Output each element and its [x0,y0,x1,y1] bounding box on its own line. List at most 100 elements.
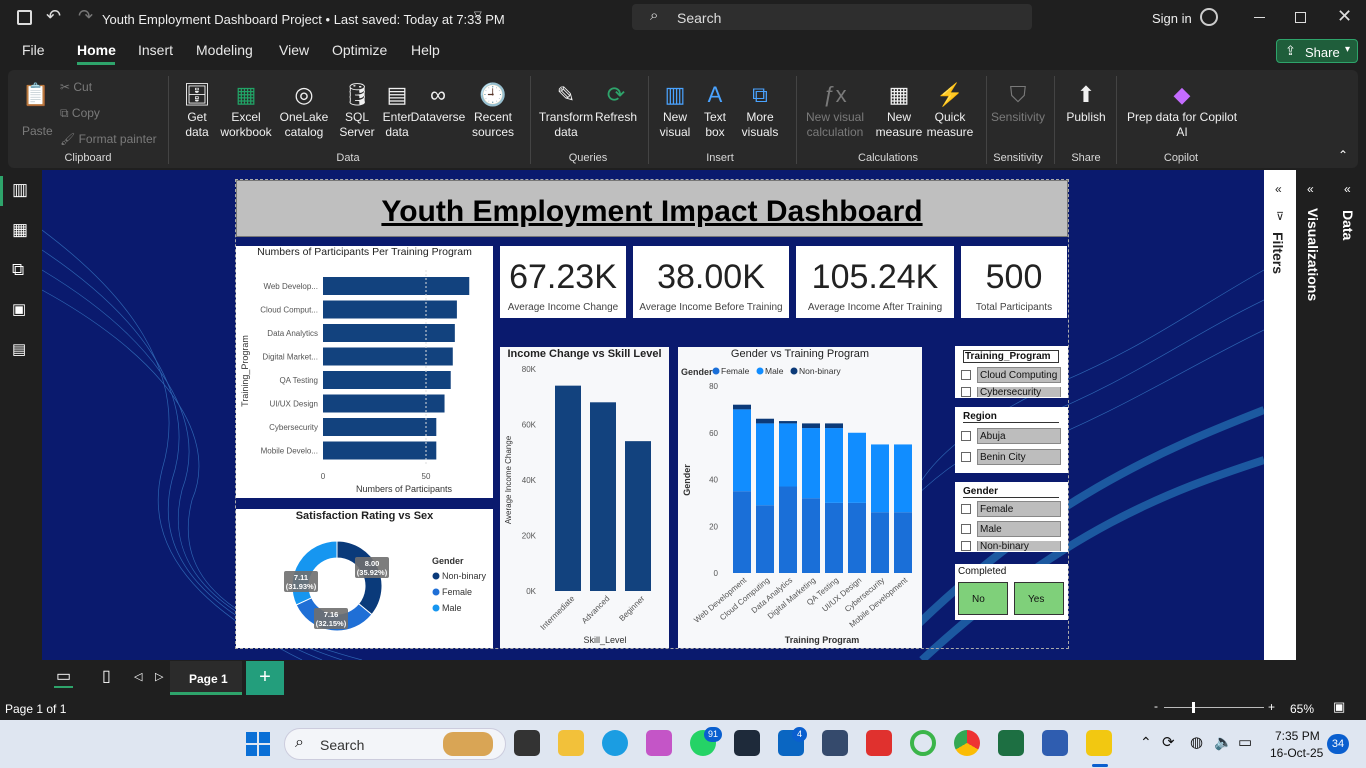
powershell-icon[interactable] [1042,730,1068,756]
zoom-in-button[interactable]: + [1268,700,1275,714]
page-tab-page1[interactable]: Page 1 [170,661,242,695]
sign-in-link[interactable]: Sign in [1152,11,1192,26]
format-painter-label: Format painter [78,132,157,146]
desktop-layout-icon[interactable]: ▭ [54,666,74,688]
filters-pane[interactable]: « ⊽ Filters [1264,170,1296,660]
format-painter-button: 🖌 Format painter [60,132,157,147]
close-button[interactable]: ✕ [1337,6,1352,27]
minimize-button[interactable] [1254,17,1265,18]
tray-battery-icon[interactable]: ▭ [1238,733,1252,751]
tray-volume-icon[interactable]: 🔈 [1214,733,1233,751]
excel-taskbar-icon[interactable] [998,730,1024,756]
text-box-button[interactable]: A Text box [698,80,732,140]
chevron-down-icon[interactable]: ▽ [474,10,482,21]
transform-data-button[interactable]: ✎ Transform data [538,80,594,140]
wps-icon[interactable] [866,730,892,756]
collapse-ribbon-icon[interactable]: ⌃ [1338,148,1348,162]
snipping-tool-icon[interactable] [646,730,672,756]
zoom-slider[interactable] [1164,702,1264,713]
maximize-button[interactable] [1295,12,1306,23]
menu-insert[interactable]: Insert [138,42,173,58]
mobile-layout-icon[interactable]: ▯ [102,666,111,686]
powerbi-taskbar-icon[interactable] [1086,730,1112,756]
new-visual-button[interactable]: ▥ New visual [656,80,694,140]
search-box[interactable]: ⌕ Search [632,4,1032,30]
menu-view[interactable]: View [279,42,309,58]
task-view-icon[interactable] [514,730,540,756]
group-share: Share [1071,152,1101,164]
clock-time[interactable]: 7:35 PM [1275,729,1320,743]
expand-filters-icon[interactable]: « [1275,182,1282,196]
menu-modeling[interactable]: Modeling [196,42,253,58]
zoom-out-button[interactable]: - [1154,699,1158,713]
filters-label: Filters [1270,232,1286,275]
expand-visualizations-icon[interactable]: « [1307,182,1314,196]
notification-badge[interactable]: 34 [1327,734,1349,754]
mysql-icon[interactable] [734,730,760,756]
report-view-icon[interactable]: ▥ [12,180,28,200]
file-explorer-icon[interactable] [558,730,584,756]
recent-label: Recent sources [471,110,515,139]
clock-date[interactable]: 16-Oct-25 [1270,746,1323,760]
new-measure-button[interactable]: ▦ New measure [874,80,924,140]
refresh-button[interactable]: ⟳ Refresh [594,80,638,125]
table-view-icon[interactable]: ▦ [12,220,28,240]
sensitivity-label: Sensitivity [990,110,1046,124]
menu-home[interactable]: Home [77,42,116,58]
text-box-icon: A [707,81,723,107]
table-icon: ▤ [386,81,408,107]
report-canvas[interactable]: Youth Employment Impact Dashboard 67.23K… [42,170,1264,660]
edge-icon[interactable] [602,730,628,756]
tray-globe-icon[interactable]: ◍ [1190,733,1203,751]
recent-sources-button[interactable]: 🕘 Recent sources [466,80,520,140]
ribbon-divider [648,76,649,164]
model-view-icon[interactable]: ⧉ [12,260,24,280]
sql-icon: 🛢 [343,81,371,107]
ssms-icon[interactable] [822,730,848,756]
save-icon[interactable] [17,10,32,25]
prep-data-label: Prep data for Copilot AI [1126,110,1238,139]
sql-label: SQL Server [339,110,375,139]
zoom-slider-thumb[interactable] [1192,702,1195,713]
start-button-icon[interactable] [246,732,270,756]
tray-chevron-icon[interactable]: ⌃ [1140,734,1152,751]
more-visuals-button[interactable]: ⧉ More visuals [736,80,784,140]
expand-data-icon[interactable]: « [1344,182,1351,196]
next-page-icon[interactable]: ▷ [155,670,163,683]
menu-optimize[interactable]: Optimize [332,42,387,58]
onelake-catalog-button[interactable]: ◎ OneLake catalog [276,80,332,140]
copy-button: ⧉ Copy [60,106,100,121]
get-data-button[interactable]: 🗄 Get data [176,80,218,140]
document-title[interactable]: Youth Employment Dashboard Project • Las… [102,12,505,27]
cut-button: ✂ Cut [60,80,92,95]
windows-taskbar: ⌕ Search 91 4 ⌃ ⟳ ◍ 🔈 ▭ 7:35 PM 16-Oct-2… [0,720,1366,768]
add-page-button[interactable]: + [246,661,284,695]
user-avatar-icon[interactable] [1200,8,1218,26]
get-data-label: Get data [185,110,209,139]
ribbon-divider [1116,76,1117,164]
chrome-icon[interactable] [954,730,980,756]
quick-measure-button[interactable]: ⚡ Quick measure [924,80,976,140]
zoom-level[interactable]: 65% [1290,702,1314,716]
tmdl-view-icon[interactable]: ▤ [12,340,26,358]
new-measure-label: New measure [875,110,923,139]
menu-help[interactable]: Help [411,42,440,58]
app-ring-icon[interactable] [910,730,936,756]
taskbar-search[interactable]: ⌕ Search [284,728,506,760]
transform-label: Transform data [538,110,594,139]
prep-data-copilot-button[interactable]: ◆ Prep data for Copilot AI [1122,80,1242,140]
dax-query-view-icon[interactable]: ▣ [12,300,26,318]
menu-file[interactable]: File [22,42,45,58]
data-pane[interactable]: « Data [1334,170,1366,660]
dataverse-button[interactable]: ∞ Dataverse [410,80,466,125]
visualizations-pane[interactable]: « Visualizations [1300,170,1330,660]
undo-icon[interactable]: ↶ [46,6,61,27]
excel-workbook-button[interactable]: ▦ Excel workbook [218,80,274,140]
previous-page-icon[interactable]: ◁ [134,670,142,683]
dataverse-label: Dataverse [410,110,466,124]
sql-server-button[interactable]: 🛢 SQL Server [334,80,380,140]
publish-button[interactable]: ⬆ Publish [1064,80,1108,125]
share-button[interactable]: ⇪ Share ▾ [1276,39,1358,63]
tray-sync-icon[interactable]: ⟳ [1162,733,1175,751]
fit-to-page-icon[interactable]: ▣ [1333,699,1345,715]
